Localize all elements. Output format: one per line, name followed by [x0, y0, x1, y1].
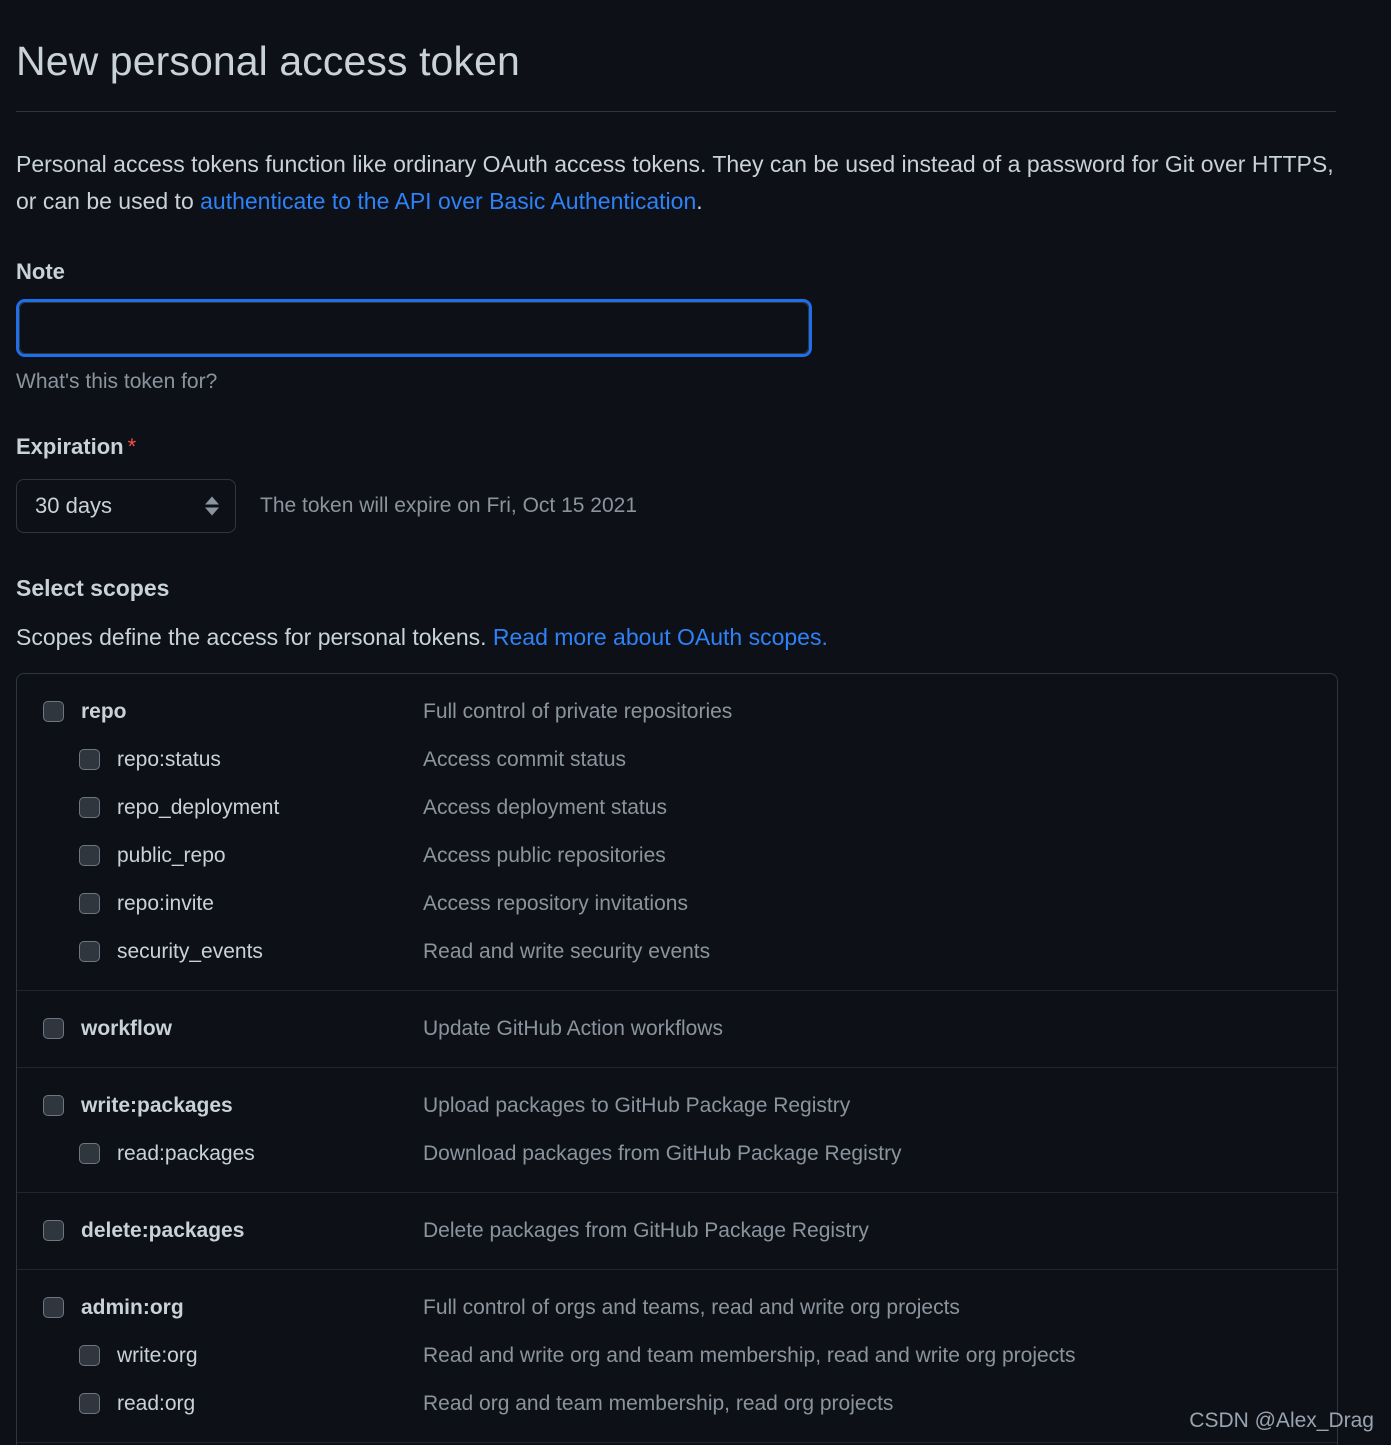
scope-description: Read and write org and team membership, … [423, 1343, 1076, 1367]
scope-description: Delete packages from GitHub Package Regi… [423, 1218, 869, 1242]
scope-description: Download packages from GitHub Package Re… [423, 1141, 902, 1165]
page-title: New personal access token [16, 38, 520, 84]
scope-description: Read org and team membership, read org p… [423, 1391, 894, 1415]
checkbox-security_events[interactable] [79, 941, 100, 963]
scope-row[interactable]: admin:org Full control of orgs and teams,… [17, 1284, 1337, 1332]
checkbox-delete:packages[interactable] [43, 1220, 64, 1242]
required-asterisk: * [127, 433, 137, 459]
scope-row[interactable]: security_events Read and write security e… [17, 928, 1337, 976]
scope-group: delete:packages Delete packages from GitH… [17, 1191, 1337, 1269]
scope-group: write:packages Upload packages to GitHub … [17, 1066, 1337, 1192]
scope-name: security_events [117, 939, 263, 963]
scope-description: Upload packages to GitHub Package Regist… [423, 1093, 851, 1117]
scope-description: Access commit status [423, 747, 627, 771]
scope-group: admin:public_keyFull control of user pub… [17, 1441, 1337, 1445]
scope-row[interactable]: write:packages Upload packages to GitHub … [17, 1082, 1337, 1130]
scope-description: Access public repositories [423, 843, 666, 867]
checkbox-repo_deployment[interactable] [79, 797, 100, 819]
scope-group: repo Full control of private repositories… [17, 674, 1337, 990]
title-divider [16, 111, 1336, 113]
scope-group: workflow Update GitHub Action workflows [17, 989, 1337, 1067]
scope-name: repo_deployment [117, 795, 280, 819]
basic-auth-link[interactable]: authenticate to the API over Basic Authe… [200, 188, 696, 214]
intro-text-after: . [696, 188, 703, 215]
checkbox-read:org[interactable] [79, 1393, 100, 1415]
scope-row[interactable]: read:packages Download packages from GitH… [17, 1130, 1337, 1178]
scope-name: delete:packages [81, 1218, 245, 1242]
checkbox-admin:org[interactable] [43, 1297, 64, 1319]
scope-name: read:packages [117, 1141, 255, 1165]
scope-name: repo:status [117, 747, 221, 771]
scope-row[interactable]: repo:status Access commit status [17, 736, 1337, 784]
scope-row[interactable]: repo Full control of private repositories [17, 688, 1337, 736]
checkbox-repo:invite[interactable] [79, 893, 100, 915]
note-input[interactable] [19, 301, 809, 354]
expiration-row: 30 days The token will expire on Fri, Oc… [16, 478, 1375, 533]
expiration-note: The token will expire on Fri, Oct 15 202… [260, 493, 638, 517]
scope-row[interactable]: repo_deployment Access deployment status [17, 784, 1337, 832]
scope-row[interactable]: workflow Update GitHub Action workflows [17, 1005, 1337, 1053]
scope-name: public_repo [117, 843, 226, 867]
scope-description: Access repository invitations [423, 891, 688, 915]
scope-name: admin:org [81, 1295, 184, 1319]
scope-description: Access deployment status [423, 795, 667, 819]
note-label: Note [16, 258, 65, 284]
scope-name: workflow [81, 1016, 173, 1040]
scope-description: Full control of orgs and teams, read and… [423, 1295, 960, 1319]
checkbox-public_repo[interactable] [79, 845, 100, 867]
scope-name: repo [81, 699, 127, 723]
expiration-select[interactable]: 30 days [16, 478, 236, 533]
note-hint: What's this token for? [16, 369, 218, 393]
expiration-select-value: 30 days [35, 492, 113, 518]
checkbox-read:packages[interactable] [79, 1143, 100, 1165]
scope-name: write:org [117, 1343, 198, 1367]
intro-paragraph: Personal access tokens function like ord… [16, 146, 1346, 221]
checkbox-workflow[interactable] [43, 1018, 64, 1040]
oauth-scopes-link[interactable]: Read more about OAuth scopes. [493, 624, 828, 650]
scope-name: write:packages [81, 1093, 233, 1117]
scope-row[interactable]: repo:invite Access repository invitations [17, 880, 1337, 928]
scope-description: Full control of private repositories [423, 699, 733, 723]
checkbox-repo[interactable] [43, 701, 64, 723]
checkbox-write:org[interactable] [79, 1345, 100, 1367]
checkbox-repo:status[interactable] [79, 749, 100, 771]
note-input-focus-ring [16, 298, 812, 357]
scopes-list: repo Full control of private repositories… [16, 672, 1338, 1445]
watermark: CSDN @Alex_Drag [1189, 1409, 1374, 1432]
scope-row[interactable]: delete:packages Delete packages from GitH… [17, 1207, 1337, 1255]
checkbox-write:packages[interactable] [43, 1095, 64, 1117]
expiration-label: Expiration * [16, 434, 1375, 460]
new-token-page: New personal access token Personal acces… [0, 0, 1391, 1445]
expiration-label-text: Expiration [16, 433, 124, 459]
scope-group: admin:org Full control of orgs and teams,… [17, 1268, 1337, 1442]
scopes-description-text: Scopes define the access for personal to… [16, 623, 493, 650]
scopes-description: Scopes define the access for personal to… [16, 624, 1375, 651]
scope-name: read:org [117, 1391, 196, 1415]
scope-description: Read and write security events [423, 939, 711, 963]
select-scopes-title: Select scopes [16, 574, 170, 601]
scope-name: repo:invite [117, 891, 214, 915]
scope-row[interactable]: write:org Read and write org and team mem… [17, 1332, 1337, 1380]
scope-row[interactable]: read:org Read org and team membership, re… [17, 1380, 1337, 1428]
scope-description: Update GitHub Action workflows [423, 1016, 723, 1040]
chevron-updown-icon [205, 496, 219, 516]
scope-row[interactable]: public_repo Access public repositories [17, 832, 1337, 880]
